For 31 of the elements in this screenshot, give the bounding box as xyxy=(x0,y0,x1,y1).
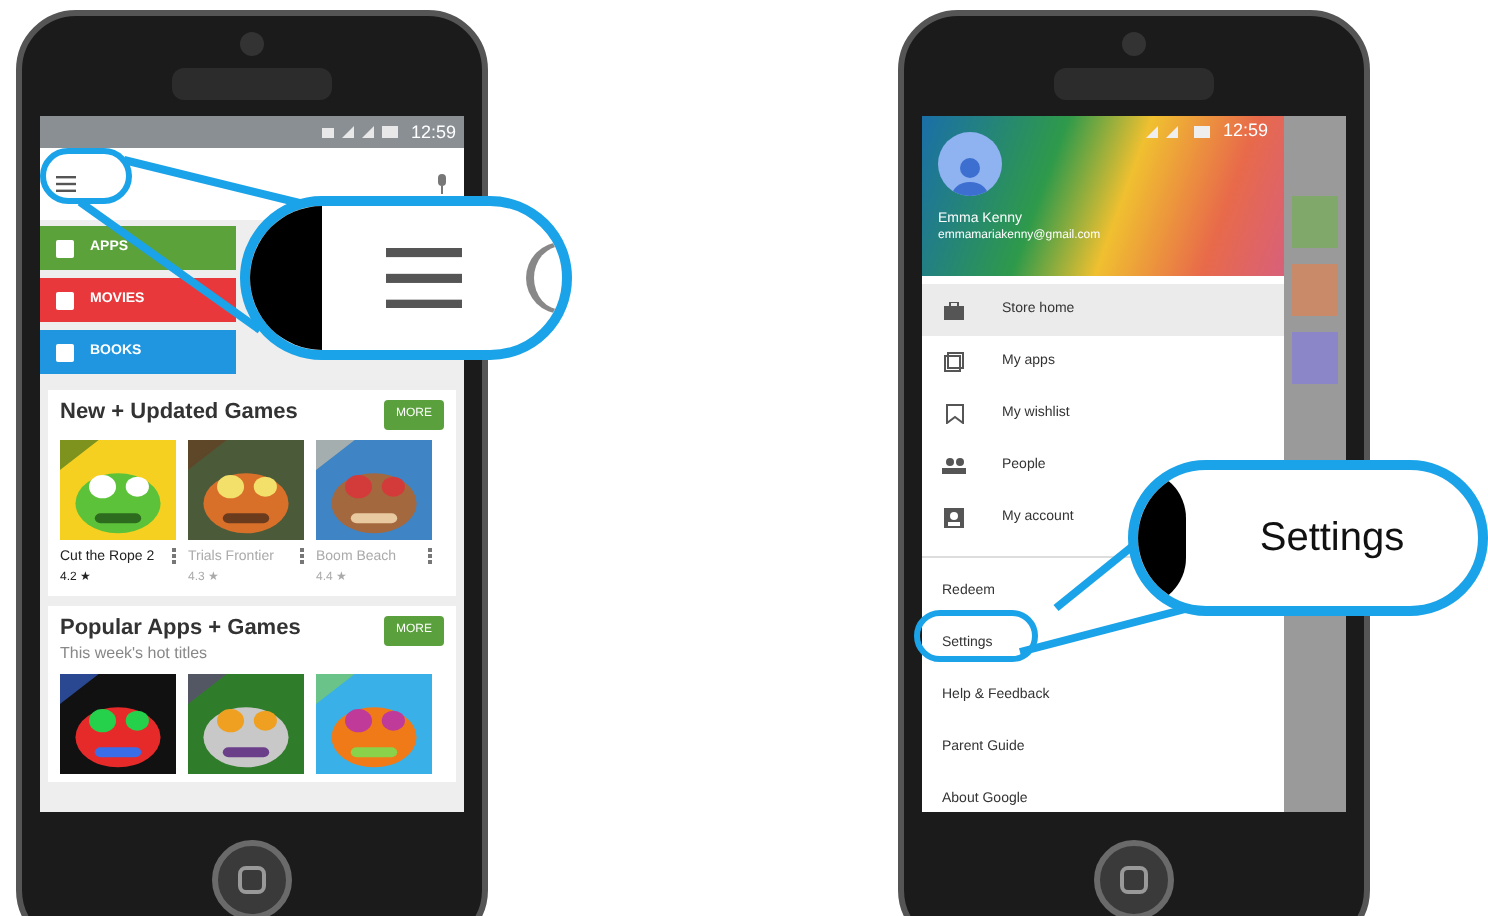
section-subtitle: This week's hot titles xyxy=(60,643,210,664)
background-tile xyxy=(1292,332,1338,384)
category-icon xyxy=(56,343,74,361)
stacked-squares-icon xyxy=(944,352,964,372)
home-button[interactable] xyxy=(212,840,292,916)
speaker xyxy=(1122,32,1146,56)
section-title: New + Updated Games xyxy=(60,400,298,428)
menu-icon[interactable] xyxy=(386,247,462,309)
microphone-icon[interactable] xyxy=(436,174,448,194)
person-icon xyxy=(948,152,992,196)
status-time: 12:59 xyxy=(410,123,456,141)
background-tile xyxy=(1292,196,1338,248)
category-icon xyxy=(56,291,74,309)
callout-label: Settings xyxy=(1257,514,1407,564)
section-title: Popular Apps + Games xyxy=(60,616,301,644)
home-button[interactable] xyxy=(1094,840,1174,916)
category-icon xyxy=(56,239,74,257)
briefcase-icon xyxy=(944,301,964,319)
background-tile xyxy=(1292,264,1338,316)
status-icons xyxy=(322,124,403,140)
status-icons xyxy=(1142,123,1215,139)
highlight-ring xyxy=(914,610,1038,662)
account-icon xyxy=(944,508,964,528)
bookmark-icon xyxy=(945,404,963,424)
avatar[interactable] xyxy=(938,132,1002,196)
highlight-ring xyxy=(40,148,132,204)
speaker xyxy=(240,32,264,56)
status-time: 12:59 xyxy=(1222,122,1268,140)
people-icon xyxy=(942,458,966,474)
menu-icon[interactable] xyxy=(56,176,76,192)
magnified-bezel xyxy=(250,206,322,350)
